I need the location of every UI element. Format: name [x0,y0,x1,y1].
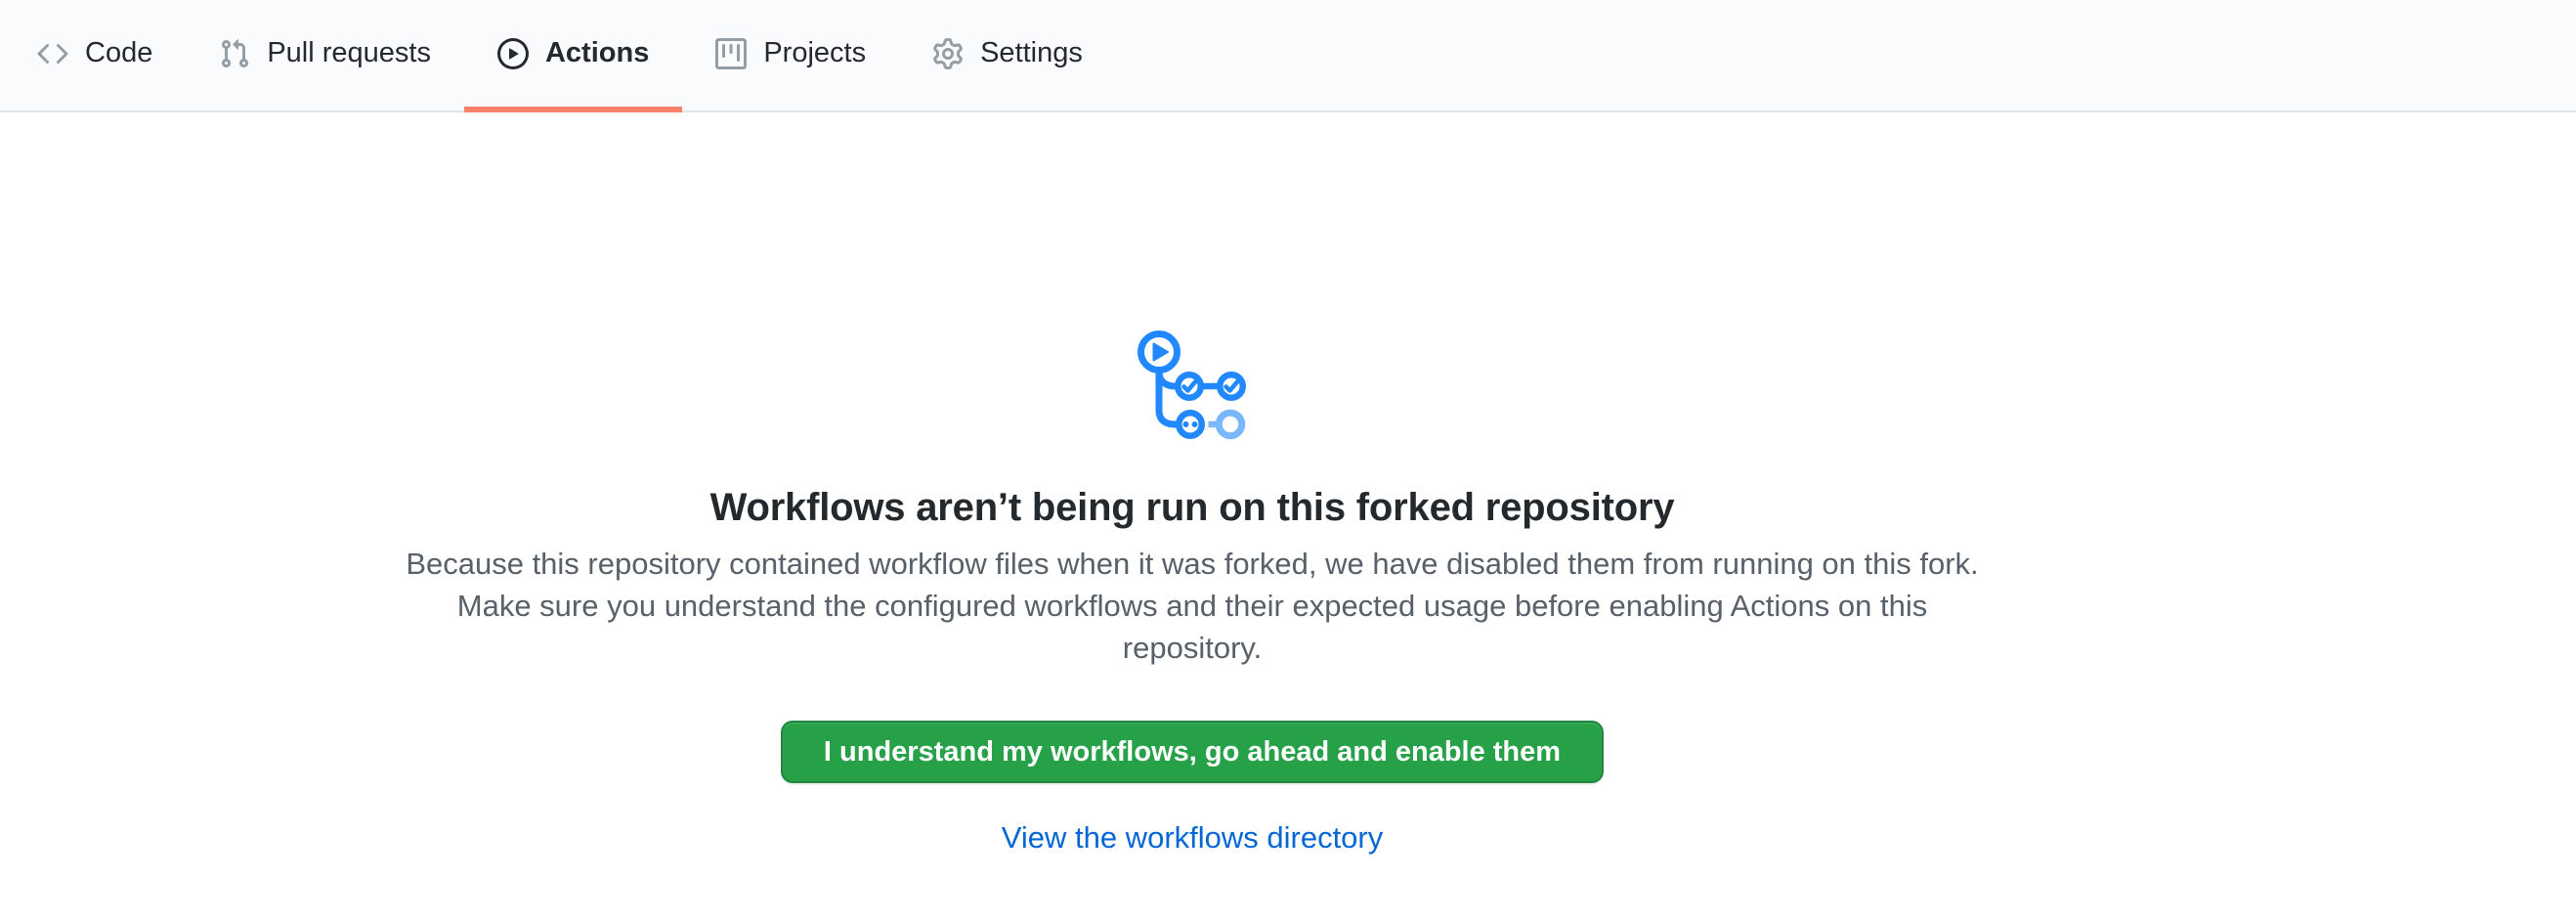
git-pull-request-icon [219,38,250,69]
play-circle-icon [497,38,529,69]
tab-pull-requests[interactable]: Pull requests [186,0,464,112]
tab-pull-requests-label: Pull requests [267,39,431,67]
view-workflows-directory-link[interactable]: View the workflows directory [1002,820,1384,856]
tab-settings[interactable]: Settings [899,0,1116,112]
tab-projects[interactable]: Projects [682,0,899,112]
project-board-icon [715,38,747,69]
blankslate-description: Because this repository contained workfl… [394,543,1992,669]
tab-code-label: Code [85,39,152,67]
enable-workflows-button[interactable]: I understand my workflows, go ahead and … [781,721,1604,783]
actions-blankslate: Workflows aren’t being run on this forke… [0,112,2384,856]
tab-actions[interactable]: Actions [464,0,682,112]
tab-projects-label: Projects [763,39,866,67]
blankslate-title: Workflows aren’t being run on this forke… [710,486,1675,530]
tab-code[interactable]: Code [4,0,186,112]
tab-actions-label: Actions [545,39,649,67]
workflow-graph-icon [1137,330,1248,442]
code-icon [37,38,68,69]
tab-settings-label: Settings [980,39,1083,67]
gear-icon [932,38,964,69]
repo-nav: Code Pull requests Actions Projects Sett… [0,0,2576,112]
